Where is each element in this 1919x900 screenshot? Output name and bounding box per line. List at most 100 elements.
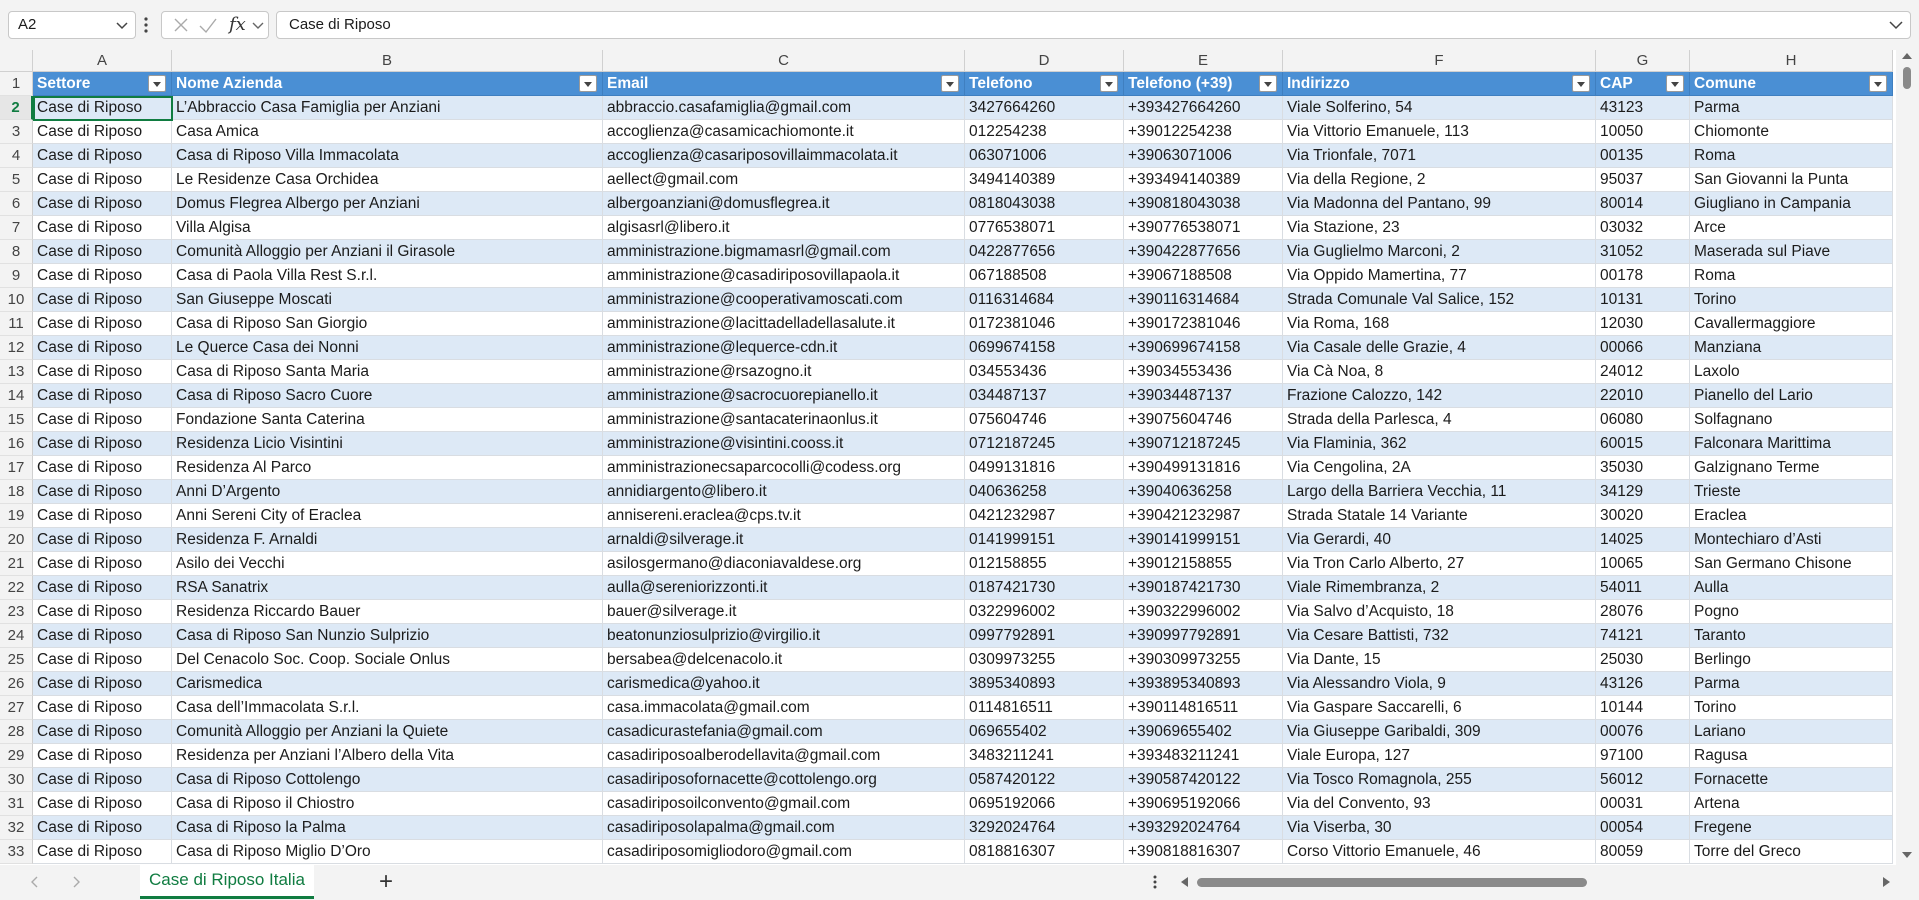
row-header[interactable]: 14 [0, 384, 33, 408]
table-cell[interactable]: casadicurastefania@gmail.com [603, 720, 965, 744]
table-cell[interactable]: +393292024764 [1124, 816, 1283, 840]
row-header[interactable]: 9 [0, 264, 33, 288]
table-cell[interactable]: annisereni.eraclea@cps.tv.it [603, 504, 965, 528]
table-cell[interactable]: Pianello del Lario [1690, 384, 1893, 408]
table-cell[interactable]: Case di Riposo [33, 504, 172, 528]
table-cell[interactable]: Via Oppido Mamertina, 77 [1283, 264, 1596, 288]
table-cell[interactable]: amministrazione@lacittadelladellasalute.… [603, 312, 965, 336]
table-cell[interactable]: Case di Riposo [33, 432, 172, 456]
table-cell[interactable]: Montechiaro d’Asti [1690, 528, 1893, 552]
table-cell[interactable]: Carismedica [172, 672, 603, 696]
table-cell[interactable]: Corso Vittorio Emanuele, 46 [1283, 840, 1596, 864]
table-cell[interactable]: Fornacette [1690, 768, 1893, 792]
header-cell[interactable]: Comune [1690, 72, 1893, 96]
chevron-down-icon[interactable] [115, 18, 129, 32]
table-cell[interactable]: aulla@sereniorizzonti.it [603, 576, 965, 600]
table-cell[interactable]: Del Cenacolo Soc. Coop. Sociale Onlus [172, 648, 603, 672]
table-cell[interactable]: accoglienza@casariposovillaimmacolata.it [603, 144, 965, 168]
table-cell[interactable]: bauer@silverage.it [603, 600, 965, 624]
row-header[interactable]: 19 [0, 504, 33, 528]
header-cell[interactable]: Nome Azienda [172, 72, 603, 96]
table-cell[interactable]: Comunità Alloggio per Anziani la Quiete [172, 720, 603, 744]
table-cell[interactable]: Via Viserba, 30 [1283, 816, 1596, 840]
table-cell[interactable]: Case di Riposo [33, 696, 172, 720]
table-cell[interactable]: 00135 [1596, 144, 1690, 168]
table-cell[interactable]: Via Tosco Romagnola, 255 [1283, 768, 1596, 792]
header-cell[interactable]: Settore [33, 72, 172, 96]
table-cell[interactable]: +39063071006 [1124, 144, 1283, 168]
table-cell[interactable]: Via Madonna del Pantano, 99 [1283, 192, 1596, 216]
table-cell[interactable]: Anni D’Argento [172, 480, 603, 504]
table-cell[interactable]: carismedica@yahoo.it [603, 672, 965, 696]
table-cell[interactable]: casadiriposomigliodoro@gmail.com [603, 840, 965, 864]
table-cell[interactable]: Eraclea [1690, 504, 1893, 528]
table-cell[interactable]: Casa di Riposo Cottolengo [172, 768, 603, 792]
table-cell[interactable]: 00066 [1596, 336, 1690, 360]
chevron-left-icon[interactable] [27, 874, 43, 890]
row-header[interactable]: 33 [0, 840, 33, 864]
table-cell[interactable]: Casa Amica [172, 120, 603, 144]
table-cell[interactable]: 06080 [1596, 408, 1690, 432]
filter-dropdown-icon[interactable] [941, 75, 959, 92]
formula-input[interactable]: Case di Riposo [276, 11, 1911, 39]
table-cell[interactable]: +39012158855 [1124, 552, 1283, 576]
table-cell[interactable]: 95037 [1596, 168, 1690, 192]
filter-dropdown-icon[interactable] [1869, 75, 1887, 92]
table-cell[interactable]: 43123 [1596, 96, 1690, 120]
table-cell[interactable]: Parma [1690, 96, 1893, 120]
table-cell[interactable]: +390114816511 [1124, 696, 1283, 720]
table-cell[interactable]: 0422877656 [965, 240, 1124, 264]
row-header[interactable]: 27 [0, 696, 33, 720]
table-cell[interactable]: 0499131816 [965, 456, 1124, 480]
table-cell[interactable]: Casa di Riposo Santa Maria [172, 360, 603, 384]
add-sheet-button[interactable]: + [376, 870, 396, 894]
table-cell[interactable]: Solfagnano [1690, 408, 1893, 432]
name-box[interactable]: A2 [8, 11, 136, 39]
table-cell[interactable]: 0116314684 [965, 288, 1124, 312]
table-cell[interactable]: Parma [1690, 672, 1893, 696]
table-cell[interactable]: 10050 [1596, 120, 1690, 144]
table-cell[interactable]: Via Cengolina, 2A [1283, 456, 1596, 480]
table-cell[interactable]: +39040636258 [1124, 480, 1283, 504]
table-cell[interactable]: Giugliano in Campania [1690, 192, 1893, 216]
table-cell[interactable]: 56012 [1596, 768, 1690, 792]
table-cell[interactable]: Residenza Licio Visintini [172, 432, 603, 456]
table-cell[interactable]: Case di Riposo [33, 168, 172, 192]
table-cell[interactable]: 00178 [1596, 264, 1690, 288]
table-cell[interactable]: casadiriposofornacette@cottolengo.org [603, 768, 965, 792]
table-cell[interactable]: +390116314684 [1124, 288, 1283, 312]
column-header-a[interactable]: A [33, 50, 172, 72]
table-cell[interactable]: 54011 [1596, 576, 1690, 600]
row-header[interactable]: 3 [0, 120, 33, 144]
table-cell[interactable]: Case di Riposo [33, 216, 172, 240]
row-header[interactable]: 7 [0, 216, 33, 240]
table-cell[interactable]: Casa di Riposo San Nunzio Sulprizio [172, 624, 603, 648]
row-header[interactable]: 18 [0, 480, 33, 504]
row-header[interactable]: 11 [0, 312, 33, 336]
filter-dropdown-icon[interactable] [148, 75, 166, 92]
table-cell[interactable]: 0699674158 [965, 336, 1124, 360]
table-cell[interactable]: +390695192066 [1124, 792, 1283, 816]
table-cell[interactable]: Viale Europa, 127 [1283, 744, 1596, 768]
table-cell[interactable]: Case di Riposo [33, 312, 172, 336]
table-cell[interactable]: 0818043038 [965, 192, 1124, 216]
table-cell[interactable]: Via Giuseppe Garibaldi, 309 [1283, 720, 1596, 744]
table-cell[interactable]: Via Roma, 168 [1283, 312, 1596, 336]
table-cell[interactable]: Anni Sereni City of Eraclea [172, 504, 603, 528]
table-cell[interactable]: Viale Rimembranza, 2 [1283, 576, 1596, 600]
row-header[interactable]: 16 [0, 432, 33, 456]
table-cell[interactable]: +393494140389 [1124, 168, 1283, 192]
table-cell[interactable]: Ragusa [1690, 744, 1893, 768]
table-cell[interactable]: Manziana [1690, 336, 1893, 360]
check-icon[interactable] [198, 12, 218, 38]
table-cell[interactable]: Torre del Greco [1690, 840, 1893, 864]
table-cell[interactable]: San Germano Chisone [1690, 552, 1893, 576]
table-cell[interactable]: Case di Riposo [33, 720, 172, 744]
table-cell[interactable]: 034553436 [965, 360, 1124, 384]
table-cell[interactable]: Casa di Riposo la Palma [172, 816, 603, 840]
table-cell[interactable]: amministrazione@sacrocuorepianello.it [603, 384, 965, 408]
row-header[interactable]: 2 [0, 96, 33, 120]
table-cell[interactable]: 0141999151 [965, 528, 1124, 552]
row-header[interactable]: 31 [0, 792, 33, 816]
row-header[interactable]: 13 [0, 360, 33, 384]
